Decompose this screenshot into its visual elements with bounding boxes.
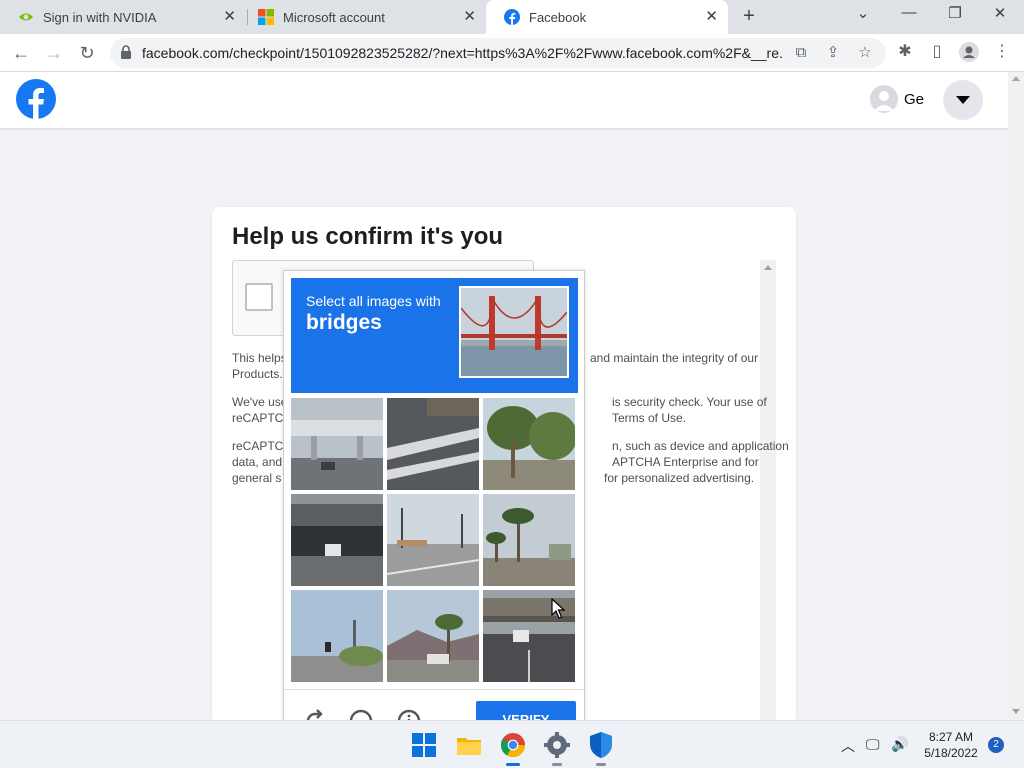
taskbar: ︿ 🖵 🔊 8:27 AM 5/18/2022 2 (0, 720, 1024, 768)
scroll-down-icon[interactable] (1012, 709, 1020, 714)
account-menu-button[interactable] (943, 80, 983, 120)
para-text: Products. (232, 367, 283, 381)
frame-scrollbar[interactable] (760, 260, 776, 727)
page-scrollbar[interactable] (1008, 72, 1024, 720)
facebook-header: Ge (0, 72, 1008, 128)
grid-tile[interactable] (483, 494, 575, 586)
minimize-icon[interactable]: — (897, 4, 921, 21)
caret-down-icon (956, 96, 970, 104)
para-text: general s (232, 471, 282, 485)
notification-badge[interactable]: 2 (988, 737, 1004, 753)
para-text: for personalized advertising. (604, 471, 755, 485)
profile-icon[interactable] (959, 42, 979, 62)
security-shield-icon[interactable] (585, 729, 617, 766)
clock-time: 8:27 AM (928, 730, 974, 744)
challenge-header: Select all images with bridges (291, 278, 578, 393)
network-icon[interactable]: 🖵 (866, 736, 880, 753)
para-text: Terms of Use. (612, 411, 687, 425)
para-text: reCAPTC (232, 411, 284, 425)
forward-icon[interactable]: → (42, 41, 66, 65)
restore-icon[interactable]: ❐ (943, 4, 967, 22)
back-icon[interactable]: ← (9, 41, 33, 65)
tab-nvidia[interactable]: Sign in with NVIDIA ✕ (0, 0, 246, 34)
close-tab-icon[interactable]: ✕ (463, 8, 476, 26)
running-indicator (596, 763, 606, 766)
translate-icon[interactable]: ⧉ (792, 44, 810, 62)
share-icon[interactable]: ⇪ (824, 44, 842, 62)
nvidia-icon (19, 13, 33, 21)
grid-tile[interactable] (387, 494, 479, 586)
new-tab-icon[interactable]: + (738, 5, 760, 28)
facebook-icon (504, 9, 520, 25)
active-indicator (506, 763, 520, 766)
tab-search-icon[interactable]: ⌄ (851, 4, 875, 22)
grid-tile[interactable] (483, 398, 575, 490)
url-text: facebook.com/checkpoint/1501092823525282… (142, 45, 782, 61)
settings-gear-icon[interactable] (541, 729, 573, 766)
browser-toolbar: ← → ↻ facebook.com/checkpoint/1501092823… (0, 34, 1024, 72)
extensions-icon[interactable]: ✱ (895, 42, 915, 62)
show-hidden-icons-icon[interactable]: ︿ (841, 736, 855, 756)
recaptcha-challenge: Select all images with bridges (283, 270, 585, 741)
challenge-instruction: Select all images with (306, 293, 441, 309)
para-text: and maintain the integrity of our (590, 351, 759, 365)
image-grid (291, 398, 579, 686)
chrome-icon[interactable] (497, 729, 529, 766)
para-text: is security check. Your use of (612, 395, 767, 409)
running-indicator (552, 763, 562, 766)
grid-tile[interactable] (291, 590, 383, 682)
lock-icon (121, 45, 131, 59)
file-explorer-icon[interactable] (453, 729, 485, 761)
scroll-up-icon[interactable] (1012, 76, 1020, 81)
para-text: reCAPTC (232, 439, 284, 453)
reload-icon[interactable]: ↻ (75, 41, 99, 65)
start-icon[interactable] (408, 729, 440, 761)
para-text: This helps (232, 351, 287, 365)
menu-kebab-icon[interactable]: ⋮ (992, 42, 1012, 62)
tab-facebook[interactable]: Facebook ✕ (486, 0, 728, 34)
clock-date: 5/18/2022 (924, 746, 978, 760)
tab-microsoft[interactable]: Microsoft account ✕ (240, 0, 486, 34)
close-tab-icon[interactable]: ✕ (223, 8, 236, 26)
profile-name: Ge (904, 90, 925, 108)
scroll-up-icon[interactable] (764, 265, 772, 270)
sample-image-bridge (459, 286, 569, 378)
address-bar[interactable]: facebook.com/checkpoint/1501092823525282… (110, 38, 886, 68)
tab-title: Microsoft account (283, 9, 385, 25)
clock[interactable]: 8:27 AM 5/18/2022 (920, 729, 982, 761)
tab-title: Sign in with NVIDIA (43, 9, 157, 25)
tab-title: Facebook (529, 9, 587, 25)
para-text: APTCHA Enterprise and for (612, 455, 759, 469)
grid-tile[interactable] (291, 398, 383, 490)
avatar (870, 85, 898, 113)
grid-tile[interactable] (387, 398, 479, 490)
para-text: n, such as device and application (612, 439, 789, 453)
grid-tile[interactable] (291, 494, 383, 586)
close-tab-icon[interactable]: ✕ (705, 8, 718, 26)
bookmark-star-icon[interactable]: ☆ (856, 44, 874, 62)
mouse-cursor-icon (551, 598, 565, 619)
recaptcha-checkbox[interactable] (245, 283, 273, 311)
side-panel-icon[interactable]: ▯ (927, 42, 947, 62)
close-window-icon[interactable]: ✕ (988, 4, 1012, 22)
microsoft-icon (258, 9, 274, 25)
volume-icon[interactable]: 🔊 (891, 736, 908, 753)
page-title: Help us confirm it's you (232, 223, 504, 250)
grid-tile[interactable] (387, 590, 479, 682)
profile-button[interactable]: Ge (870, 85, 924, 113)
challenge-target: bridges (306, 311, 382, 334)
tab-strip: Sign in with NVIDIA ✕ Microsoft account … (0, 0, 1024, 34)
para-text: We've use (232, 395, 288, 409)
facebook-logo-icon[interactable] (16, 79, 56, 119)
para-text: data, and (232, 455, 283, 469)
